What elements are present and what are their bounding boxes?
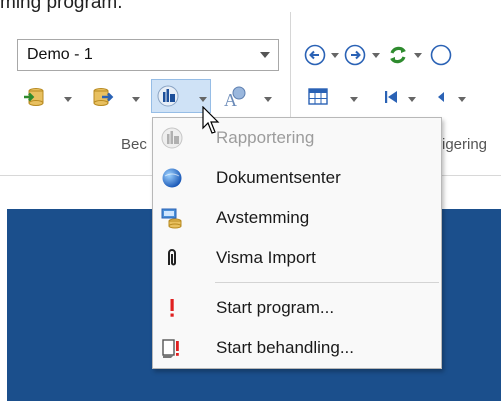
import-database-icon (24, 88, 44, 106)
text-globe-button[interactable]: A (223, 85, 246, 110)
previous-record-dropdown-arrow[interactable] (458, 97, 466, 102)
import-dropdown-arrow[interactable] (64, 97, 72, 102)
menu-item-label: Start behandling... (216, 338, 354, 357)
menu-item-visma-import[interactable]: Visma Import (153, 238, 441, 278)
more-button-partial[interactable] (430, 44, 452, 66)
export-dropdown-arrow[interactable] (132, 97, 140, 102)
text-globe-dropdown-arrow[interactable] (264, 97, 272, 102)
window-title: ming program. (0, 0, 123, 13)
menu-separator (215, 282, 439, 283)
globe-document-icon (161, 167, 183, 189)
reports-chart-icon (157, 85, 179, 107)
menu-item-label: Dokumentsenter (216, 168, 341, 187)
reports-button-icon-wrap (157, 85, 179, 107)
company-select[interactable]: Demo - 1 (17, 39, 279, 71)
forward-button[interactable] (344, 44, 366, 66)
paperclip-icon (161, 247, 183, 269)
menu-item-start-behandling[interactable]: Start behandling... (153, 328, 441, 368)
back-arrow-icon (304, 44, 326, 66)
first-record-dropdown-arrow[interactable] (408, 97, 416, 102)
report-icon (161, 127, 183, 149)
grid-table-icon (308, 88, 328, 105)
exclamation-icon (161, 297, 183, 319)
menu-item-label: Visma Import (216, 248, 316, 267)
start-processing-icon (161, 337, 183, 359)
ribbon-group-label-right: igering (442, 136, 488, 153)
back-dropdown-arrow[interactable] (331, 53, 339, 58)
back-button[interactable] (304, 44, 326, 66)
reconcile-icon (161, 207, 183, 229)
partial-icon (430, 44, 452, 66)
menu-item-label: Start program... (216, 298, 335, 317)
workspace-left-edge (0, 209, 7, 401)
grid-dropdown-arrow[interactable] (350, 97, 358, 102)
ribbon-group-label-left: Bec (121, 136, 147, 153)
previous-record-button[interactable] (430, 86, 452, 108)
grid-button[interactable] (307, 86, 329, 108)
menu-item-label: Avstemming (216, 208, 310, 227)
import-button[interactable] (23, 86, 45, 108)
menu-item-rapportering: Rapportering (153, 118, 441, 158)
previous-record-icon (438, 92, 444, 102)
refresh-button[interactable] (387, 44, 409, 66)
forward-arrow-icon (344, 44, 366, 66)
chevron-down-icon (260, 52, 270, 58)
menu-item-avstemming[interactable]: Avstemming (153, 198, 441, 238)
menu-item-start-program[interactable]: Start program... (153, 288, 441, 328)
reports-dropdown-arrow[interactable] (199, 97, 207, 102)
export-database-icon (93, 88, 114, 106)
company-select-value: Demo - 1 (27, 46, 93, 63)
refresh-dropdown-arrow[interactable] (414, 53, 422, 58)
forward-dropdown-arrow[interactable] (372, 53, 380, 58)
refresh-icon (390, 46, 406, 64)
text-globe-icon: A (224, 86, 246, 110)
first-record-icon (385, 91, 397, 103)
menu-item-dokumentsenter[interactable]: Dokumentsenter (153, 158, 441, 198)
reports-dropdown-menu: Rapportering Dokumentsenter Avstemming V… (152, 117, 442, 369)
menu-item-label: Rapportering (216, 128, 315, 147)
mouse-cursor-icon (202, 106, 220, 134)
export-button[interactable] (92, 86, 114, 108)
first-record-button[interactable] (380, 86, 402, 108)
